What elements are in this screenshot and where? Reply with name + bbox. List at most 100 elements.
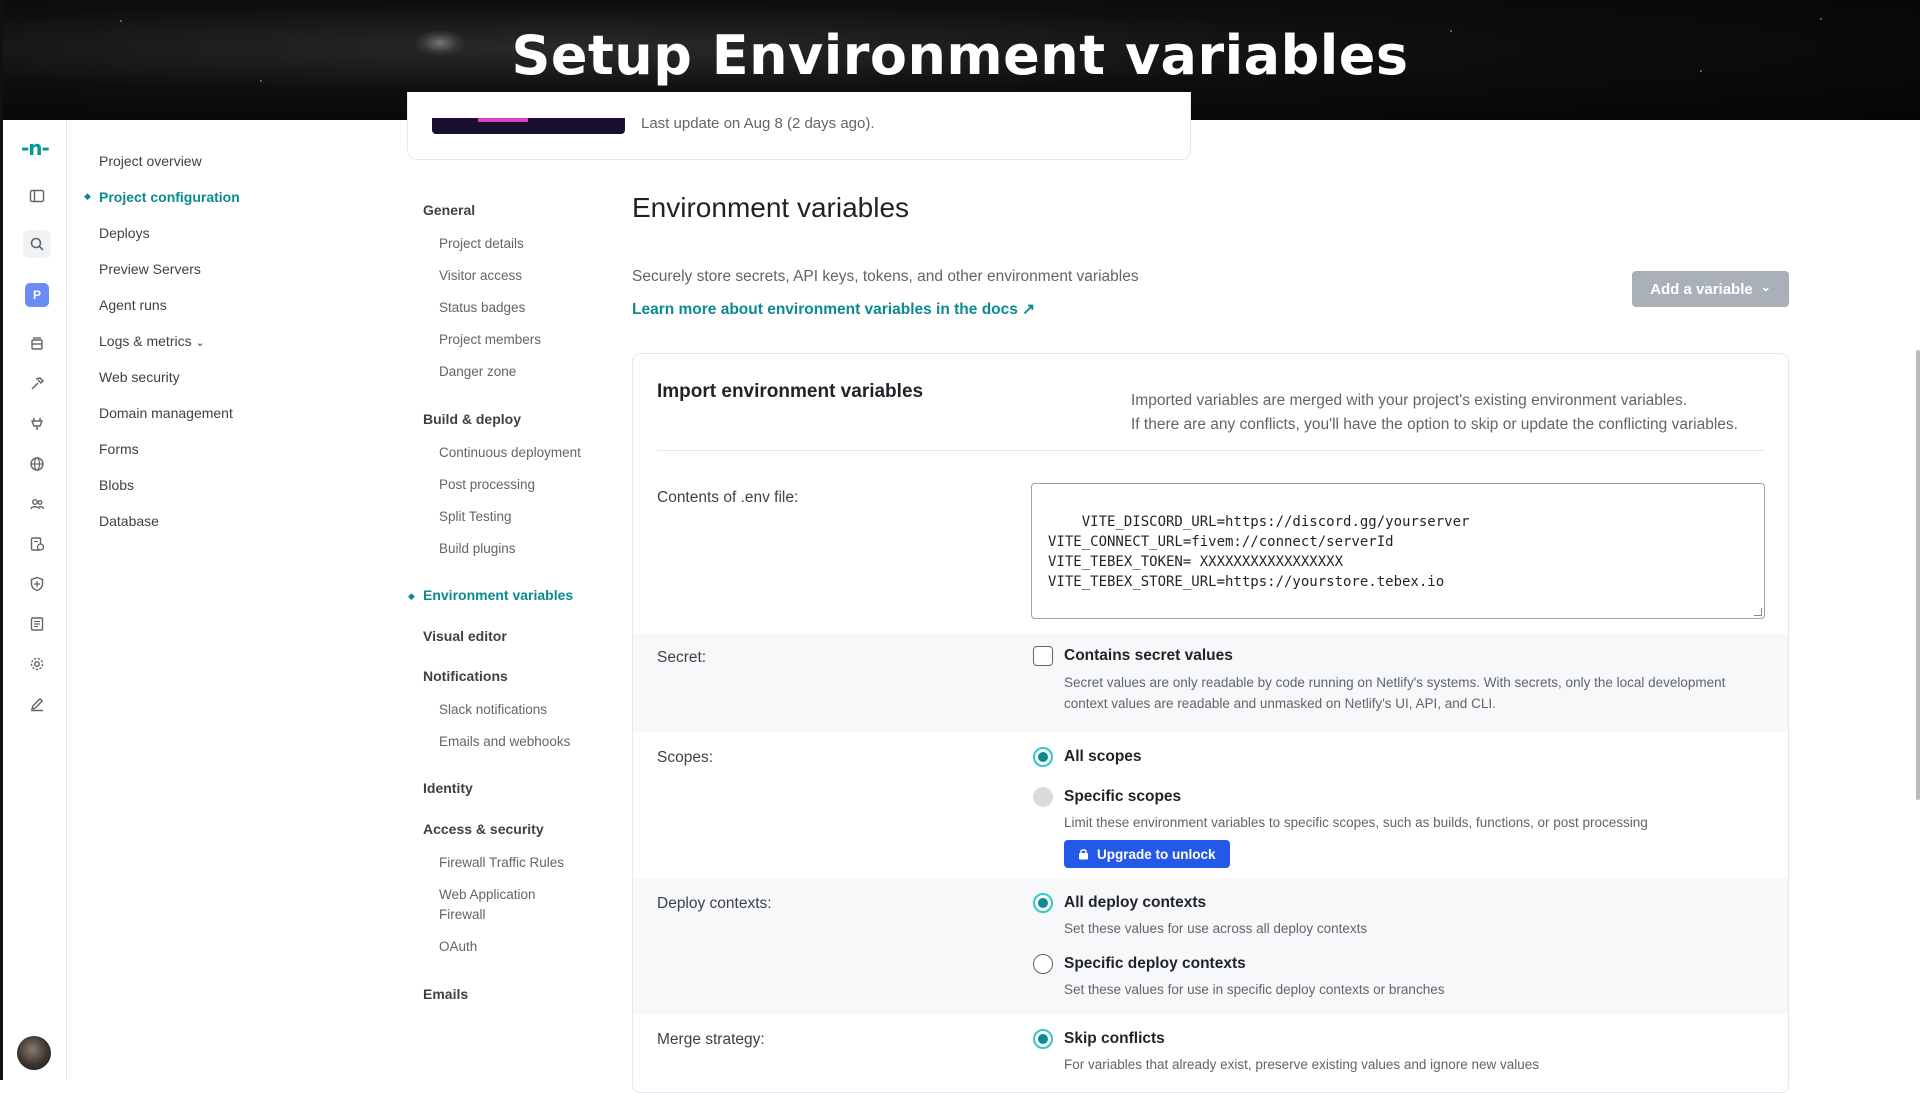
skip-conflicts-description: For variables that already exist, preser… — [1064, 1057, 1539, 1072]
merge-strategy-row: Merge strategy: Skip conflicts For varia… — [633, 1014, 1788, 1092]
divider — [657, 450, 1764, 451]
all-deploy-contexts-radio[interactable] — [1033, 893, 1053, 913]
upgrade-label: Upgrade to unlock — [1097, 846, 1216, 862]
panel-title: Import environment variables — [657, 381, 924, 402]
nav2-notifications[interactable]: Notifications — [423, 668, 508, 684]
nav-blobs[interactable]: Blobs — [99, 477, 134, 493]
plug-icon[interactable] — [23, 410, 51, 438]
nav2-access-security[interactable]: Access & security — [423, 821, 544, 837]
nav2-project-details[interactable]: Project details — [439, 234, 524, 254]
nav-forms[interactable]: Forms — [99, 441, 139, 457]
skip-conflicts-radio[interactable] — [1033, 1029, 1053, 1049]
file-check-icon[interactable] — [23, 530, 51, 558]
deploy-thumbnail[interactable] — [432, 118, 625, 134]
sidebar-toggle-icon[interactable] — [23, 182, 51, 210]
project-icon[interactable]: P — [25, 283, 49, 307]
all-scopes-radio[interactable] — [1033, 747, 1053, 767]
globe-icon[interactable] — [23, 450, 51, 478]
nav2-firewall-traffic-rules[interactable]: Firewall Traffic Rules — [439, 853, 564, 873]
nav2-visual-editor[interactable]: Visual editor — [423, 628, 507, 644]
last-update-text: Last update on Aug 8 (2 days ago). — [641, 115, 875, 132]
add-variable-label: Add a variable — [1650, 280, 1753, 298]
page-description: Securely store secrets, API keys, tokens… — [632, 268, 1139, 285]
resize-handle-icon[interactable] — [1754, 608, 1762, 616]
user-avatar[interactable] — [17, 1036, 51, 1070]
icon-rail: -n- P — [3, 120, 67, 1080]
env-file-label: Contents of .env file: — [657, 489, 799, 506]
nav-preview-servers[interactable]: Preview Servers — [99, 261, 201, 277]
secret-checkbox[interactable] — [1033, 646, 1053, 666]
nav2-emails[interactable]: Emails — [423, 986, 468, 1002]
specific-deploy-contexts-radio[interactable] — [1033, 954, 1053, 974]
upgrade-to-unlock-button[interactable]: Upgrade to unlock — [1064, 840, 1230, 868]
nav2-status-badges[interactable]: Status badges — [439, 298, 525, 318]
secret-description-line-1: Secret values are only readable by code … — [1064, 675, 1726, 690]
pencil-icon[interactable] — [23, 690, 51, 718]
book-icon[interactable] — [23, 610, 51, 638]
nav2-visitor-access[interactable]: Visitor access — [439, 266, 522, 286]
nav2-build-deploy[interactable]: Build & deploy — [423, 411, 521, 427]
nav2-oauth[interactable]: OAuth — [439, 937, 477, 957]
specific-scopes-radio — [1033, 787, 1053, 807]
banner-title: Setup Environment variables — [511, 24, 1409, 87]
nav-agent-runs[interactable]: Agent runs — [99, 297, 167, 313]
nav-logs-metrics[interactable]: Logs & metrics ⌄ — [99, 333, 205, 349]
nav2-slack-notifications[interactable]: Slack notifications — [439, 700, 547, 720]
panel-note-line-2: If there are any conflicts, you'll have … — [1131, 416, 1738, 433]
env-file-textarea[interactable]: VITE_DISCORD_URL=https://discord.gg/your… — [1031, 483, 1765, 619]
scrollbar[interactable] — [1914, 120, 1920, 1080]
nav2-build-plugins[interactable]: Build plugins — [439, 539, 516, 559]
search-icon[interactable] — [23, 230, 51, 258]
nav2-environment-variables[interactable]: Environment variables — [423, 587, 573, 603]
nav2-post-processing[interactable]: Post processing — [439, 475, 535, 495]
lock-icon — [1079, 849, 1088, 860]
chevron-down-icon: ⌄ — [1760, 280, 1771, 294]
nav2-split-testing[interactable]: Split Testing — [439, 507, 512, 527]
nav2-identity[interactable]: Identity — [423, 780, 473, 796]
secret-label: Secret: — [657, 649, 707, 666]
secret-description: Secret values are only readable by code … — [1064, 672, 1725, 714]
secret-description-line-2: context values are readable and unmasked… — [1064, 696, 1496, 711]
nav2-continuous-deployment[interactable]: Continuous deployment — [439, 443, 581, 463]
hammer-icon[interactable] — [23, 370, 51, 398]
specific-scopes-label: Specific scopes — [1064, 788, 1182, 805]
nav2-web-application-firewall[interactable]: Web Application — [439, 885, 536, 905]
nav2-project-members[interactable]: Project members — [439, 330, 541, 350]
all-deploy-contexts-description: Set these values for use across all depl… — [1064, 921, 1368, 936]
nav2-web-application-firewall-line2[interactable]: Firewall — [439, 905, 486, 925]
nav2-danger-zone[interactable]: Danger zone — [439, 362, 516, 382]
nav2-emails-webhooks[interactable]: Emails and webhooks — [439, 732, 570, 752]
page-title: Environment variables — [632, 192, 910, 223]
specific-scopes-description: Limit these environment variables to spe… — [1064, 815, 1648, 830]
docs-link[interactable]: Learn more about environment variables i… — [632, 300, 1035, 319]
nav-logs-metrics-label: Logs & metrics — [99, 333, 192, 349]
shield-icon[interactable] — [23, 570, 51, 598]
nav-project-configuration[interactable]: Project configuration — [99, 189, 240, 205]
all-scopes-label[interactable]: All scopes — [1064, 748, 1142, 766]
import-panel: Import environment variables Imported va… — [632, 353, 1789, 1093]
nav-project-overview[interactable]: Project overview — [99, 153, 202, 169]
layers-icon[interactable] — [23, 330, 51, 358]
active-indicator: ◆ — [408, 591, 415, 601]
nav2-general[interactable]: General — [423, 202, 475, 218]
all-deploy-contexts-label[interactable]: All deploy contexts — [1064, 894, 1206, 912]
deploy-contexts-label: Deploy contexts: — [657, 895, 772, 912]
skip-conflicts-label[interactable]: Skip conflicts — [1064, 1030, 1165, 1048]
nav-database[interactable]: Database — [99, 513, 159, 529]
add-variable-button[interactable]: Add a variable ⌄ — [1632, 271, 1789, 307]
active-indicator: ◆ — [84, 191, 91, 201]
nav-web-security[interactable]: Web security — [99, 369, 180, 385]
panel-note-line-1: Imported variables are merged with your … — [1131, 392, 1688, 409]
nav-domain-management[interactable]: Domain management — [99, 405, 233, 421]
secret-checkbox-label[interactable]: Contains secret values — [1064, 647, 1233, 665]
scrollbar-thumb[interactable] — [1916, 350, 1920, 800]
nav-deploys[interactable]: Deploys — [99, 225, 150, 241]
users-icon[interactable] — [23, 490, 51, 518]
gear-icon[interactable] — [23, 650, 51, 678]
panel-note: Imported variables are merged with your … — [1131, 389, 1738, 437]
env-file-contents: VITE_DISCORD_URL=https://discord.gg/your… — [1048, 514, 1470, 590]
specific-deploy-contexts-label[interactable]: Specific deploy contexts — [1064, 955, 1246, 973]
scopes-label: Scopes: — [657, 749, 714, 766]
specific-deploy-contexts-description: Set these values for use in specific dep… — [1064, 982, 1445, 997]
netlify-logo[interactable]: -n- — [21, 136, 50, 160]
